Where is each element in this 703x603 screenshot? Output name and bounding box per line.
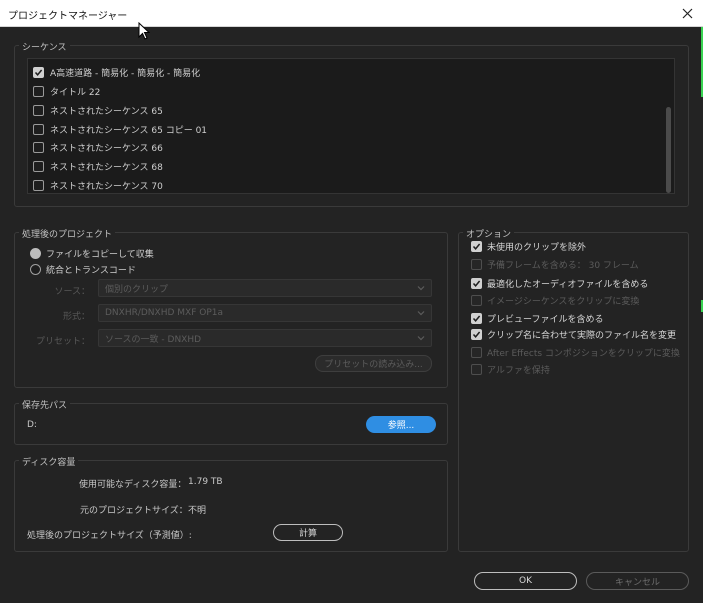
sequence-list-scrollbar[interactable]: [666, 107, 671, 193]
calculate-button[interactable]: 計算: [273, 524, 343, 541]
destination-path-value: D:: [27, 420, 37, 430]
sequence-checkbox[interactable]: [33, 104, 44, 116]
source-label: ソース：: [54, 287, 90, 297]
preserve-alpha-label: アルファを保持: [487, 366, 550, 376]
close-icon: [682, 8, 692, 18]
include-conformed-audio-label: 最適化したオーディオファイルを含める: [487, 280, 649, 290]
sequence-label: タイトル 22: [50, 87, 101, 98]
source-select-value: 個別のクリップ: [105, 284, 169, 295]
convert-ae-compositions-checkbox[interactable]: [471, 347, 482, 358]
sequence-item[interactable]: ネストされたシーケンス 68: [33, 158, 163, 174]
sequence-item[interactable]: ネストされたシーケンス 65 コピー 01: [33, 121, 207, 137]
format-select-value: DNXHR/DNXHD MXF OP1a: [105, 308, 223, 318]
include-handles-option[interactable]: 予備フレームを含める： 30 フレーム: [471, 258, 639, 271]
ok-button[interactable]: OK: [474, 572, 577, 590]
exclude-unused-clips-label: 未使用のクリップを除外: [487, 243, 587, 253]
rename-media-files-label: クリップ名に合わせて実際のファイル名を変更: [487, 331, 677, 341]
preset-label: プリセット：: [35, 337, 90, 347]
sequence-label: ネストされたシーケンス 65 コピー 01: [50, 125, 208, 136]
chevron-down-icon: [417, 311, 425, 316]
sequence-list[interactable]: A高速道路 - 簡易化 - 簡易化 - 簡易化 タイトル 22 ネストされたシー…: [27, 58, 675, 194]
close-button[interactable]: [677, 3, 697, 23]
copy-collect-option[interactable]: ファイルをコピーして収集: [30, 247, 154, 260]
rename-media-files-checkbox[interactable]: [471, 329, 482, 340]
disk-space-group-title: ディスク容量: [19, 455, 79, 468]
include-handles-label: 予備フレームを含める： 30 フレーム: [487, 261, 639, 271]
preset-select-value: ソースの一致 - DNXHD: [105, 334, 202, 345]
sequences-group-title: シーケンス: [19, 40, 70, 53]
include-preview-files-checkbox[interactable]: [471, 313, 482, 324]
convert-image-sequences-checkbox[interactable]: [471, 295, 482, 306]
chevron-down-icon: [417, 286, 425, 291]
sequence-label: A高速道路 - 簡易化 - 簡易化 - 簡易化: [50, 68, 201, 79]
exclude-unused-clips-option[interactable]: 未使用のクリップを除外: [471, 240, 586, 253]
original-size-label: 元のプロジェクトサイズ：: [80, 506, 188, 516]
include-handles-checkbox[interactable]: [471, 259, 482, 270]
checkmark-icon: [472, 315, 481, 322]
rename-media-files-option[interactable]: クリップ名に合わせて実際のファイル名を変更: [471, 328, 676, 341]
consolidate-transcode-label: 統合とトランスコード: [46, 266, 136, 276]
sequence-checkbox[interactable]: [33, 123, 44, 135]
available-space-value: 1.79 TB: [188, 477, 223, 487]
processed-size-label: 処理後のプロジェクトサイズ（予測値）:: [27, 531, 192, 541]
checkmark-icon: [472, 331, 481, 338]
include-conformed-audio-option[interactable]: 最適化したオーディオファイルを含める: [471, 277, 648, 290]
destination-path-group-title: 保存先パス: [19, 398, 71, 411]
source-select[interactable]: 個別のクリップ: [98, 279, 432, 297]
sequence-checkbox[interactable]: [33, 179, 44, 191]
sequence-checkbox[interactable]: [33, 160, 44, 172]
exclude-unused-clips-checkbox[interactable]: [471, 241, 482, 252]
checkmark-icon: [472, 243, 481, 250]
cancel-button[interactable]: キャンセル: [586, 572, 689, 590]
available-space-label: 使用可能なディスク容量：: [79, 480, 187, 490]
preserve-alpha-option[interactable]: アルファを保持: [471, 363, 550, 376]
checkmark-icon: [472, 280, 481, 287]
sequence-checkbox[interactable]: [33, 141, 44, 153]
include-conformed-audio-checkbox[interactable]: [471, 278, 482, 289]
options-group-title: オプション: [463, 227, 515, 240]
include-preview-files-label: プレビューファイルを含める: [487, 315, 604, 325]
import-preset-button[interactable]: プリセットの読み込み...: [315, 355, 432, 372]
format-select[interactable]: DNXHR/DNXHD MXF OP1a: [98, 304, 432, 322]
preset-select[interactable]: ソースの一致 - DNXHD: [98, 329, 432, 347]
checkmark-icon: [34, 69, 43, 76]
sequence-label: ネストされたシーケンス 68: [50, 162, 163, 173]
sequence-checkbox[interactable]: [33, 85, 44, 97]
convert-image-sequences-label: イメージシーケンスをクリップに変換: [487, 297, 640, 307]
sequence-item[interactable]: ネストされたシーケンス 70: [33, 177, 163, 193]
convert-ae-compositions-label: After Effects コンポジションをクリップに変換: [487, 349, 680, 359]
sequence-item[interactable]: ネストされたシーケンス 66: [33, 139, 163, 155]
preserve-alpha-checkbox[interactable]: [471, 364, 482, 375]
format-label: 形式：: [62, 312, 90, 322]
consolidate-transcode-option[interactable]: 統合とトランスコード: [30, 263, 136, 276]
copy-collect-label: ファイルをコピーして収集: [46, 250, 154, 260]
sequence-label: ネストされたシーケンス 70: [50, 181, 163, 192]
sequence-item[interactable]: A高速道路 - 簡易化 - 簡易化 - 簡易化: [33, 64, 200, 80]
sequence-label: ネストされたシーケンス 66: [50, 143, 163, 154]
browse-button[interactable]: 参照...: [366, 416, 436, 433]
consolidate-transcode-radio[interactable]: [30, 264, 41, 275]
sequence-item[interactable]: ネストされたシーケンス 65: [33, 102, 163, 118]
copy-collect-radio[interactable]: [30, 248, 41, 259]
convert-image-sequences-option[interactable]: イメージシーケンスをクリップに変換: [471, 294, 639, 307]
mouse-cursor-icon: [138, 22, 150, 40]
sequence-checkbox[interactable]: [33, 66, 44, 78]
chevron-down-icon: [417, 336, 425, 341]
original-size-value: 不明: [188, 506, 207, 516]
sequence-item[interactable]: タイトル 22: [33, 83, 100, 99]
convert-ae-compositions-option[interactable]: After Effects コンポジションをクリップに変換: [471, 346, 680, 359]
title-bar: プロジェクトマネージャー: [0, 0, 703, 27]
processed-project-group-title: 処理後のプロジェクト: [19, 227, 116, 240]
window-title: プロジェクトマネージャー: [8, 11, 128, 22]
include-preview-files-option[interactable]: プレビューファイルを含める: [471, 312, 603, 325]
sequence-label: ネストされたシーケンス 65: [50, 106, 163, 117]
